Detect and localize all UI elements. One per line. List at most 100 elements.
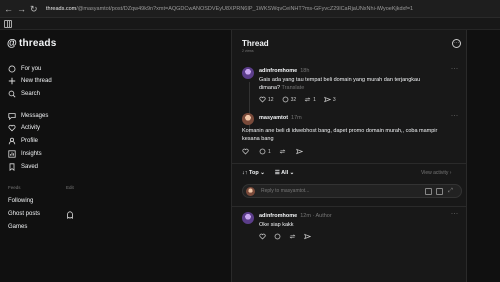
sort-label: Top (249, 170, 259, 176)
insights-icon (8, 150, 16, 158)
post-username[interactable]: adinfromhome 12m · Author (259, 213, 332, 219)
reply-input[interactable]: Reply to masyamtot... ⤢ (242, 184, 462, 198)
share-icon (304, 233, 311, 240)
post-time: 17m (291, 115, 302, 121)
browser-toolbar: ← → ↻ threads.com/@masyamtot/post/DZqw49… (0, 0, 500, 18)
heart-icon (8, 124, 16, 132)
like-button[interactable] (242, 148, 251, 155)
reload-icon[interactable]: ↻ (30, 3, 38, 15)
feed-games[interactable]: Games (8, 224, 27, 230)
share-count: 3 (332, 96, 336, 103)
sidebar-item-insights[interactable]: Insights (8, 149, 42, 159)
reply-placeholder: Reply to masyamtot... (261, 188, 310, 194)
threads-app: @ threads For you New thread Search Mess… (0, 30, 500, 282)
logo-text: threads (18, 38, 57, 49)
divider (232, 206, 466, 207)
heart-icon (259, 96, 266, 103)
sidebar-item-search[interactable]: Search (8, 89, 40, 99)
filter-label: All (281, 170, 289, 176)
sidebar-item-profile[interactable]: Profile (8, 136, 38, 146)
avatar (246, 187, 255, 196)
repost-button[interactable] (289, 233, 296, 240)
reply-text: Oke siap kakk (259, 222, 294, 228)
sidebar-item-messages[interactable]: Messages (8, 111, 48, 121)
comment-button[interactable] (274, 233, 281, 240)
share-icon (323, 96, 331, 103)
image-icon[interactable] (425, 188, 432, 195)
avatar[interactable] (242, 67, 254, 79)
repost-icon (304, 97, 311, 102)
sidebar-item-for-you[interactable]: For you (8, 64, 41, 74)
threads-at-icon: @ (7, 38, 17, 49)
sidebar-toggle-icon[interactable] (4, 20, 12, 28)
search-icon (8, 90, 16, 98)
url-host: threads.com (46, 6, 77, 12)
sidebar-item-label: Search (21, 91, 41, 97)
more-options-icon[interactable]: ··· (452, 39, 461, 48)
post-time: 18h (300, 68, 310, 74)
like-button[interactable]: 12 (259, 96, 274, 103)
username-text: masyamtot (259, 115, 289, 121)
messages-icon (8, 112, 16, 120)
reply-sort-bar: ↓↑ Top ⌄ ☰ All ⌄ (242, 170, 294, 176)
bookmarks-bar (0, 18, 500, 30)
reply-tools: ⤢ (425, 188, 454, 195)
gif-icon[interactable] (436, 188, 443, 195)
post-actions: 12 32 1 3 (259, 96, 344, 103)
sidebar-item-label: Saved (21, 164, 39, 170)
avatar[interactable] (242, 113, 254, 125)
sidebar-item-label: Profile (21, 138, 39, 144)
like-count: 12 (268, 96, 274, 103)
page-title: Thread (242, 39, 269, 48)
comment-button[interactable]: 1 (259, 148, 271, 155)
comment-button[interactable]: 32 (282, 96, 296, 103)
repost-button[interactable]: 1 (304, 96, 316, 103)
view-activity-link[interactable]: View activity › (421, 170, 451, 176)
feed-following[interactable]: Following (8, 198, 33, 204)
post-actions (259, 233, 319, 240)
sidebar-item-saved[interactable]: Saved (8, 162, 38, 172)
post-text-line-2: kesana bang (242, 136, 274, 142)
heart-icon (242, 148, 249, 155)
back-icon[interactable]: ← (4, 3, 13, 15)
comment-icon (274, 233, 281, 240)
comment-icon (282, 96, 288, 103)
avatar[interactable] (242, 212, 254, 224)
url-path: /@masyamtot/post/DZqw49k9n?xmt=AQGDCwANO… (76, 6, 414, 12)
divider (232, 163, 466, 164)
post-username[interactable]: masyamtot 17m (259, 115, 302, 121)
forward-icon[interactable]: → (17, 3, 26, 15)
translate-link[interactable]: Translate (282, 85, 305, 91)
feeds-edit-link[interactable]: Edit (66, 185, 74, 190)
share-button[interactable] (304, 233, 311, 240)
feeds-heading: Feeds (8, 185, 21, 190)
filter-dropdown[interactable]: ☰ All ⌄ (275, 170, 294, 176)
plus-icon (8, 77, 16, 85)
sidebar-item-label: For you (21, 66, 42, 72)
share-button[interactable] (295, 148, 305, 155)
repost-icon (289, 234, 296, 239)
post-more-icon[interactable]: ··· (451, 113, 459, 119)
post-time: 12m (300, 213, 311, 219)
post-more-icon[interactable]: ··· (451, 66, 459, 72)
post-more-icon[interactable]: ··· (451, 211, 459, 217)
sidebar-item-new-thread[interactable]: New thread (8, 76, 52, 86)
sidebar-item-label: Insights (21, 151, 42, 157)
post-text-line: Komanin ane beli di idwebhost bang, dape… (242, 128, 438, 134)
sort-dropdown[interactable]: ↓↑ Top ⌄ (242, 170, 265, 176)
author-tag: · Author (312, 213, 332, 219)
like-button[interactable] (259, 233, 266, 240)
post-text-line: Gais ada yang tau tempat beli domain yan… (259, 77, 421, 83)
share-button[interactable]: 3 (323, 96, 336, 103)
home-icon (8, 65, 16, 73)
expand-icon[interactable]: ⤢ (447, 188, 454, 195)
comment-icon (259, 148, 266, 155)
repost-button[interactable] (279, 148, 288, 155)
username-text: adinfromhome (259, 68, 298, 74)
feed-ghost-posts[interactable]: Ghost posts (8, 211, 40, 217)
username-text: adinfromhome (259, 213, 298, 219)
sidebar-item-activity[interactable]: Activity (8, 123, 40, 133)
post-username[interactable]: adinfromhome 18h (259, 68, 309, 74)
threads-logo[interactable]: @ threads (7, 38, 56, 49)
url-bar[interactable]: threads.com/@masyamtot/post/DZqw49k9n?xm… (46, 3, 496, 15)
